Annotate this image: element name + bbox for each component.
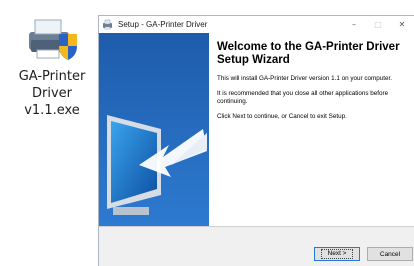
- instruction-paragraph: Click Next to continue, or Cancel to exi…: [217, 113, 347, 120]
- minimize-button[interactable]: –: [342, 16, 366, 33]
- wizard-heading: Welcome to the GA-Printer Driver Setup W…: [217, 41, 400, 66]
- desktop-file-ga-printer-driver[interactable]: GA-Printer Driver v1.1.exe: [10, 10, 94, 130]
- window-title: Setup - GA-Printer Driver: [118, 20, 208, 29]
- title-bar[interactable]: Setup - GA-Printer Driver – □ ✕: [99, 16, 414, 33]
- setup-window: Setup - GA-Printer Driver – □ ✕ Welcome …: [98, 15, 414, 266]
- printer-installer-icon: [29, 19, 77, 60]
- welcome-text: Welcome to the GA-Printer Driver Setup W…: [217, 41, 413, 128]
- setup-app-icon: [103, 19, 112, 30]
- recommendation-paragraph: It is recommended that you close all oth…: [217, 90, 389, 105]
- next-button-label: Next >: [320, 249, 354, 259]
- wizard-content: Welcome to the GA-Printer Driver Setup W…: [99, 33, 414, 226]
- wizard-banner: [99, 33, 209, 226]
- close-button[interactable]: ✕: [390, 16, 414, 33]
- file-name-label: GA-Printer Driver v1.1.exe: [18, 69, 86, 118]
- footer-divider: [99, 226, 414, 227]
- next-button[interactable]: Next >: [314, 247, 360, 261]
- intro-paragraph: This will install GA-Printer Driver vers…: [217, 75, 392, 82]
- cancel-button[interactable]: Cancel: [367, 247, 413, 261]
- maximize-button[interactable]: □: [366, 16, 390, 33]
- monitor-installer-graphic: [99, 33, 209, 226]
